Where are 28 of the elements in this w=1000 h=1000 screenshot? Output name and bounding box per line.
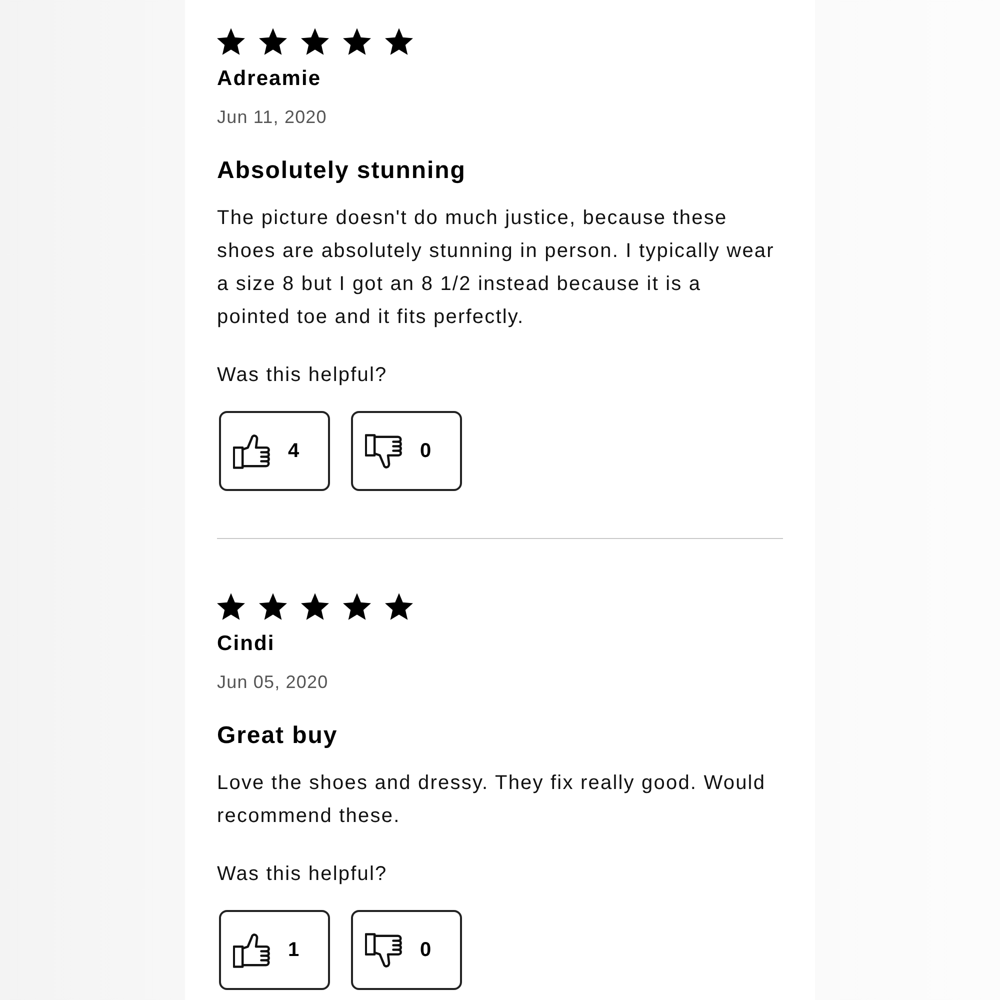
review-title: Absolutely stunning bbox=[217, 156, 466, 186]
not-helpful-button[interactable]: 0 bbox=[351, 411, 462, 491]
helpful-button[interactable]: 1 bbox=[219, 910, 330, 990]
thumbs-up-icon bbox=[233, 932, 271, 968]
star-icon bbox=[385, 28, 413, 55]
star-icon bbox=[217, 593, 245, 620]
thumbs-down-icon bbox=[365, 932, 403, 968]
thumbs-up-icon bbox=[233, 434, 271, 468]
star-icon bbox=[217, 28, 245, 55]
review-text: The picture doesn't do much justice, because these shoes are absolutely stunning in person. I typically wear a size 8 but I got an 8 1/2 instead because it is a pointed toe and it fits perfectly. bbox=[217, 206, 776, 330]
review-text: Love the shoes and dressy. They fix really good. Would recommend these. bbox=[217, 771, 767, 829]
helpful-prompt: Was this helpful? bbox=[217, 363, 388, 388]
star-icon bbox=[259, 593, 287, 620]
star-icon bbox=[259, 28, 287, 55]
review-date: Jun 11, 2020 bbox=[217, 106, 327, 129]
star-icon bbox=[343, 593, 371, 620]
not-helpful-button[interactable]: 0 bbox=[351, 910, 462, 990]
helpful-prompt: Was this helpful? bbox=[217, 862, 388, 887]
reviewer-name: Adreamie bbox=[217, 66, 322, 92]
review-date: Jun 05, 2020 bbox=[217, 671, 328, 694]
review-title: Great buy bbox=[217, 721, 338, 751]
reviewer-name: Cindi bbox=[217, 631, 275, 657]
star-icon bbox=[385, 593, 413, 620]
star-icon bbox=[343, 28, 371, 55]
star-icon bbox=[301, 593, 329, 620]
helpful-button[interactable]: 4 bbox=[219, 411, 330, 491]
thumbs-down-icon bbox=[365, 434, 403, 468]
star-icon bbox=[301, 28, 329, 55]
